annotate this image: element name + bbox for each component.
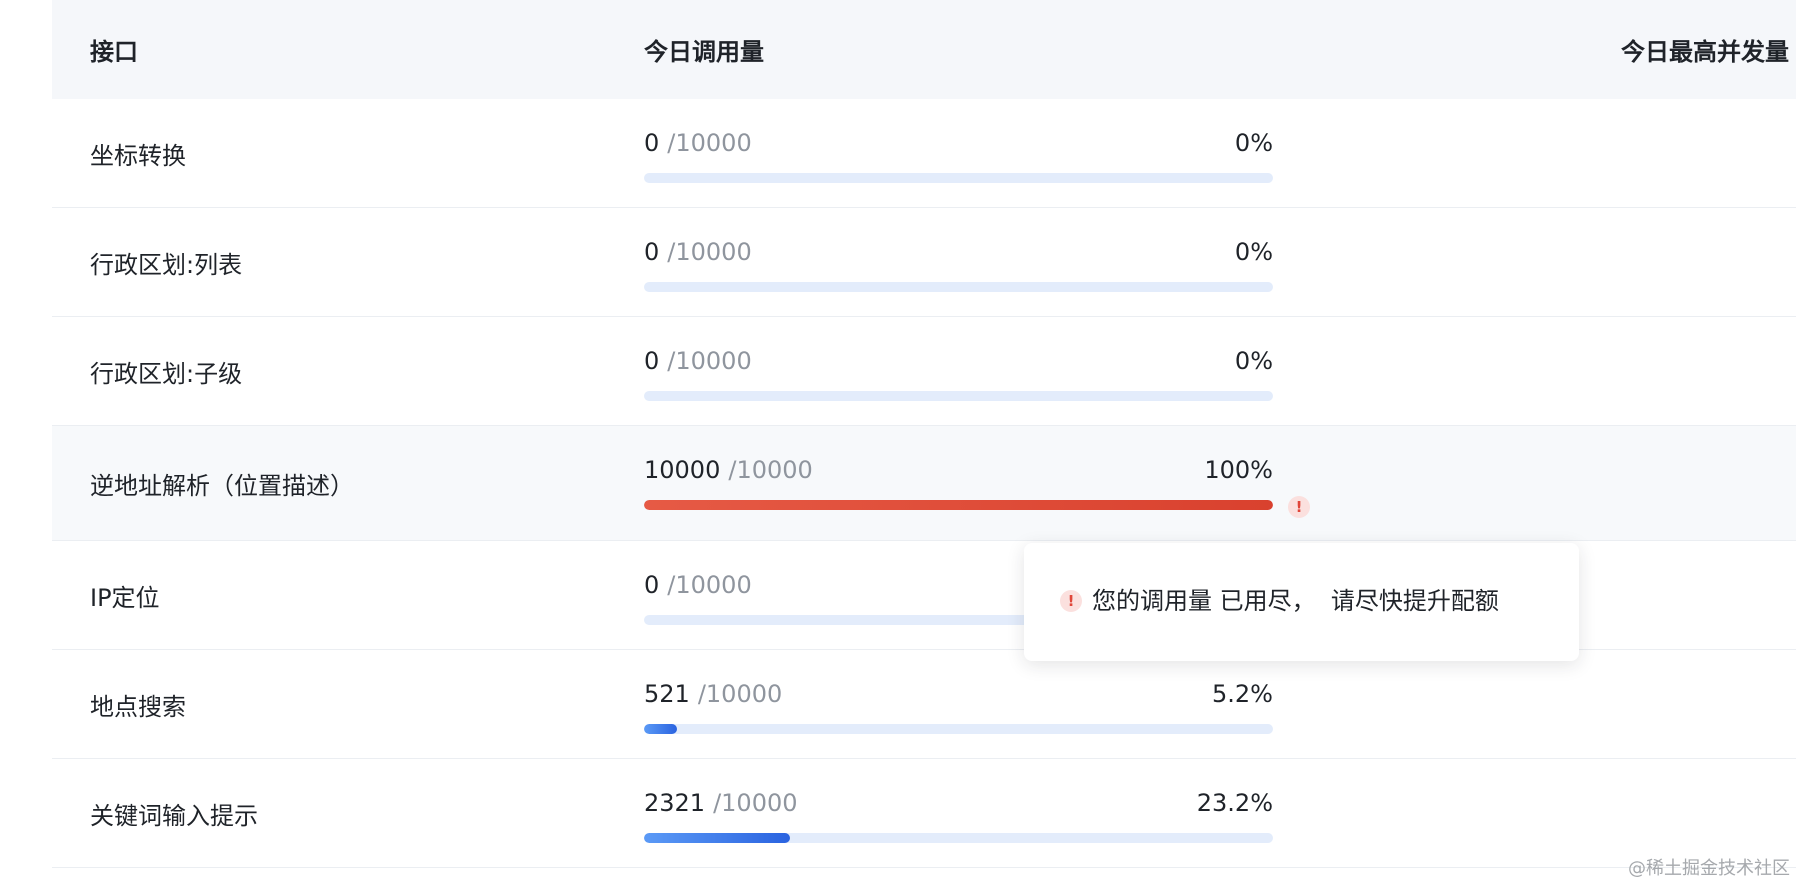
quota-limit: /10000 [667, 347, 752, 375]
api-name: 关键词输入提示 [90, 801, 258, 830]
table-row: 坐标转换 0/10000 0% [52, 99, 1796, 208]
header-usage[interactable]: 今日调用量 [644, 0, 764, 99]
used-count: 2321 [644, 789, 706, 817]
usage-progress-bar [644, 833, 1273, 843]
warning-icon: ! [1060, 590, 1082, 612]
api-usage-table: 接口 今日调用量 今日最高并发量 坐标转换 0/10000 0% 行政区划:列表… [52, 0, 1796, 868]
used-count: 0 [644, 347, 660, 375]
usage-progress-bar [644, 282, 1273, 292]
table-row: 行政区划:列表 0/10000 0% [52, 208, 1796, 317]
table-row: 关键词输入提示 2321/10000 23.2% [52, 759, 1796, 868]
quota-limit: /10000 [697, 680, 783, 708]
usage-percent: 23.2% [1196, 789, 1273, 817]
usage-progress-bar [644, 500, 1273, 510]
usage-progress-bar [644, 173, 1273, 183]
usage-progress-bar [644, 724, 1273, 734]
table-row-hovered[interactable]: 逆地址解析（位置描述） 10000/10000 100% ! [52, 426, 1796, 541]
api-name: 逆地址解析（位置描述） [90, 471, 354, 500]
api-name: 行政区划:列表 [90, 250, 243, 279]
usage-cell: 0/10000 0% [644, 347, 1273, 407]
quota-page: 接口 今日调用量 今日最高并发量 坐标转换 0/10000 0% 行政区划:列表… [0, 0, 1796, 884]
quota-limit: /10000 [667, 238, 752, 266]
tooltip-message: 您的调用量 已用尽， 请尽快提升配额 [1092, 587, 1499, 615]
usage-cell: 10000/10000 100% [644, 456, 1273, 516]
header-api[interactable]: 接口 [90, 0, 138, 99]
usage-percent: 5.2% [1212, 680, 1273, 708]
quota-limit: /10000 [713, 789, 798, 817]
usage-progress-fill [644, 500, 1273, 510]
usage-cell: 0/10000 0% [644, 129, 1273, 189]
used-count: 0 [644, 571, 660, 599]
used-count: 10000 [644, 456, 721, 484]
usage-percent: 0% [1234, 238, 1273, 266]
used-count: 521 [644, 680, 690, 708]
usage-cell: 2321/10000 23.2% [644, 789, 1273, 849]
quota-limit: /10000 [728, 456, 813, 484]
table-row: 行政区划:子级 0/10000 0% [52, 317, 1796, 426]
usage-percent: 0% [1234, 347, 1273, 375]
api-name: IP定位 [90, 583, 160, 612]
usage-progress-bar [644, 391, 1273, 401]
api-name: 地点搜索 [90, 692, 186, 721]
quota-limit: /10000 [667, 571, 752, 599]
api-name: 行政区划:子级 [90, 359, 243, 388]
api-name: 坐标转换 [90, 141, 186, 170]
usage-percent: 0% [1234, 129, 1273, 157]
table-header: 接口 今日调用量 今日最高并发量 [52, 0, 1796, 99]
usage-cell: 521/10000 5.2% [644, 680, 1273, 740]
usage-progress-fill [644, 724, 677, 734]
used-count: 0 [644, 129, 660, 157]
warning-icon[interactable]: ! [1288, 496, 1310, 518]
usage-percent: 100% [1204, 456, 1273, 484]
usage-cell: 0/10000 0% [644, 238, 1273, 298]
header-peak-concurrency[interactable]: 今日最高并发量 [1621, 0, 1789, 99]
usage-progress-fill [644, 833, 790, 843]
watermark: @稀土掘金技术社区 [1628, 858, 1790, 879]
used-count: 0 [644, 238, 660, 266]
quota-limit: /10000 [667, 129, 752, 157]
quota-exhausted-tooltip: ! 您的调用量 已用尽， 请尽快提升配额 [1024, 543, 1579, 661]
table-row: 地点搜索 521/10000 5.2% [52, 650, 1796, 759]
